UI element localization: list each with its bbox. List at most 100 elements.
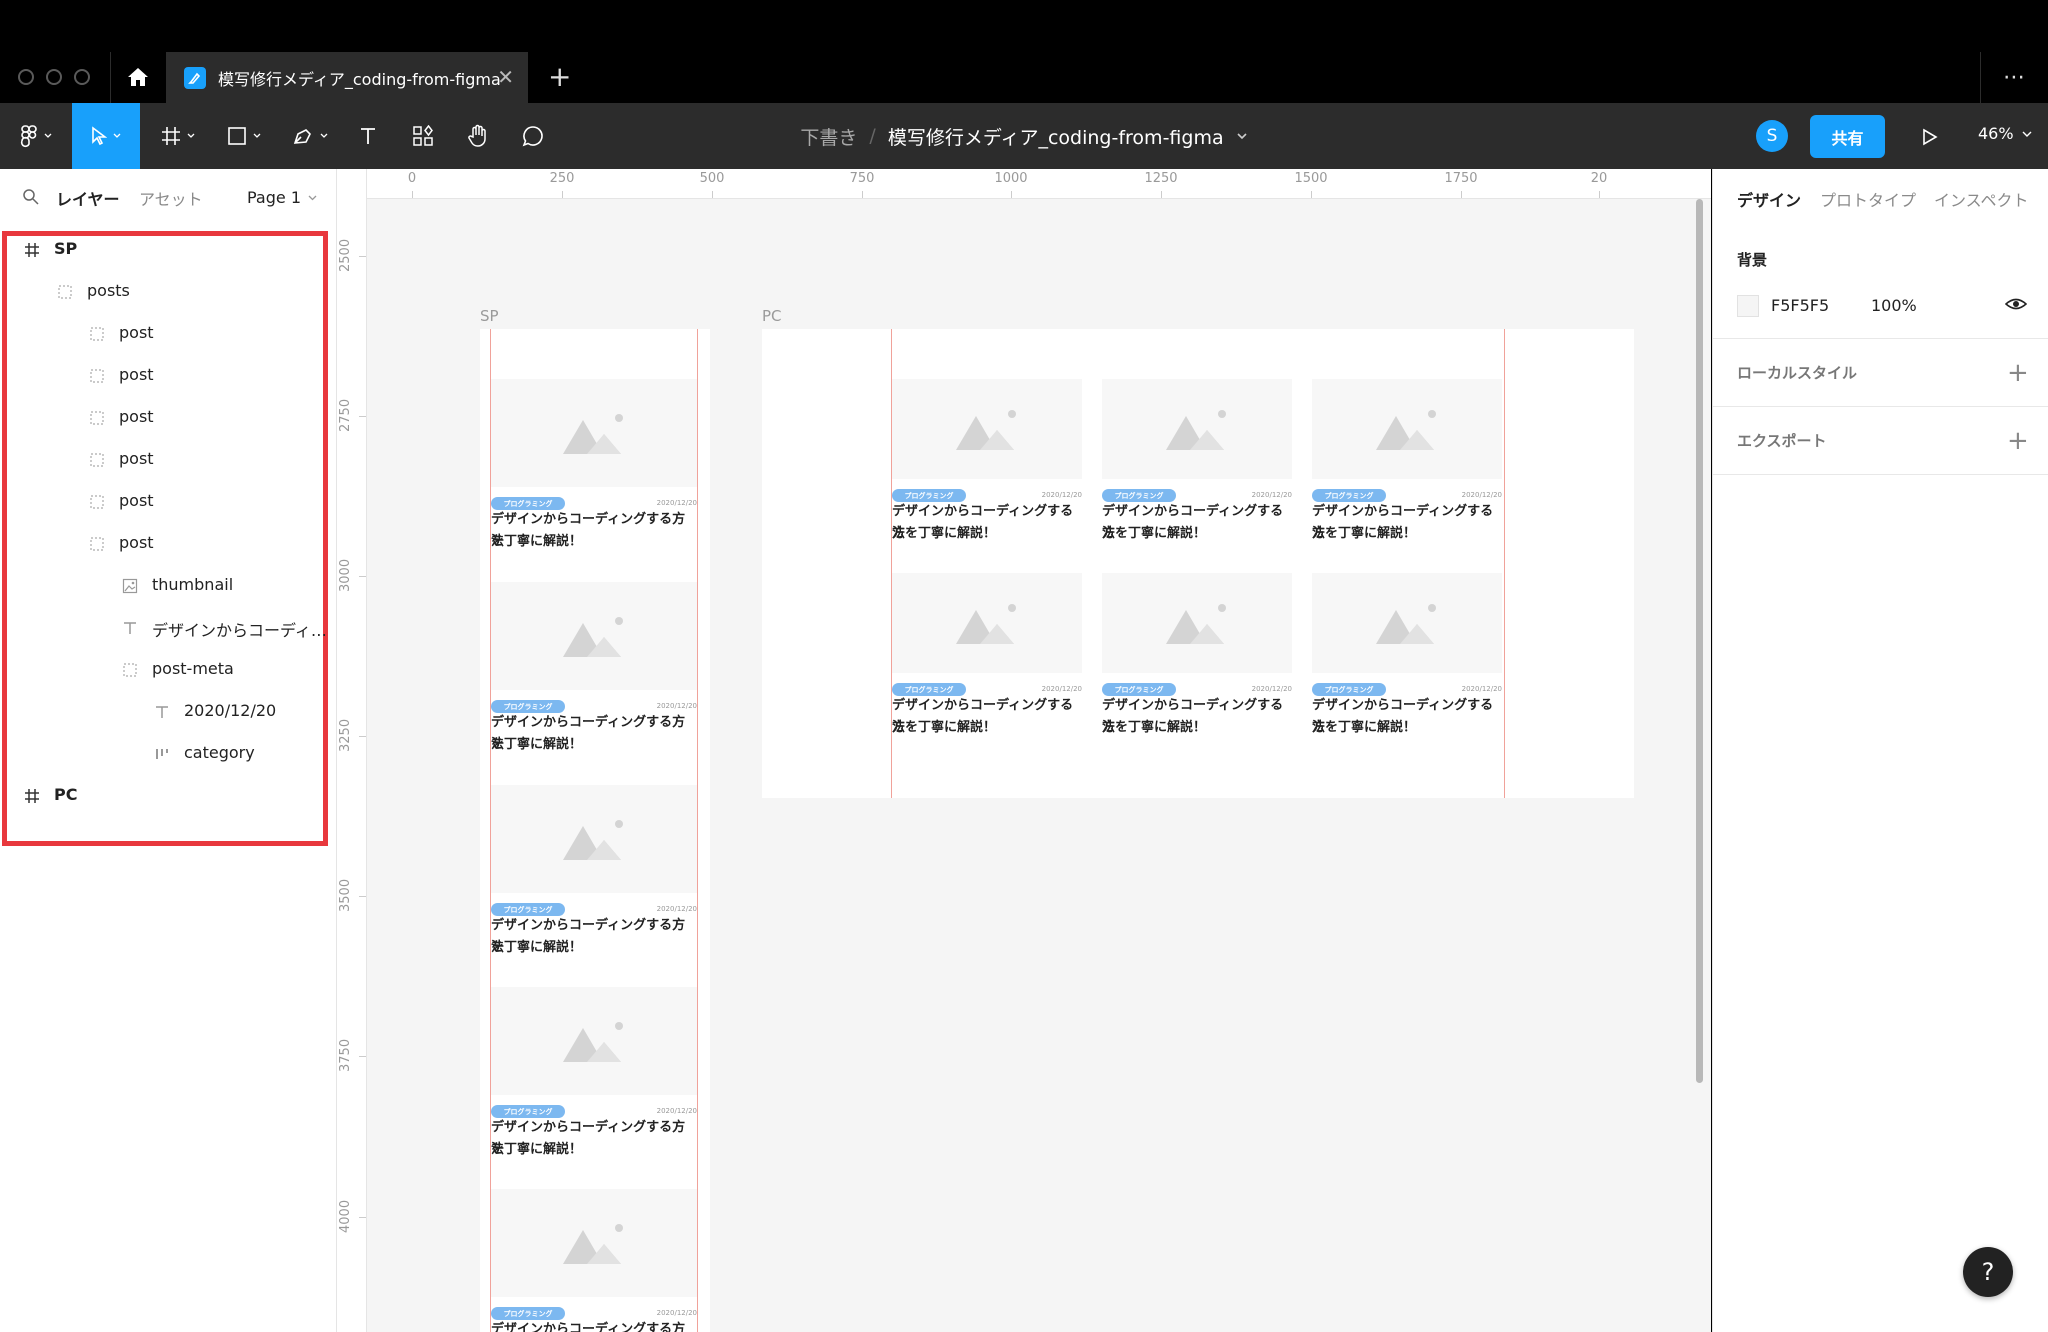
post-title-line: 法を丁寧に解説！: [1312, 526, 1417, 541]
chevron-down-icon: [113, 133, 121, 138]
page-selector[interactable]: Page 1: [247, 188, 317, 207]
layer-row[interactable]: thumbnail: [120, 571, 320, 601]
layer-row[interactable]: post: [87, 529, 320, 559]
main-menu-button[interactable]: [10, 103, 62, 169]
post-date: 2020/12/20: [656, 1107, 697, 1115]
export-title: エクスポート: [1737, 432, 1827, 450]
frame-label-sp[interactable]: SP: [480, 307, 499, 325]
image-icon: [120, 576, 140, 596]
ruler-tick-label: 500: [699, 171, 725, 186]
ruler-tick-label: 4000: [338, 1199, 353, 1233]
shape-tool-button[interactable]: [216, 103, 272, 169]
breadcrumb-drafts[interactable]: 下書き: [800, 123, 857, 150]
frame-tool-button[interactable]: [150, 103, 206, 169]
post-card[interactable]: プログラミング2020/12/20デザインからコーディングする方法を丁寧に解説！: [1312, 573, 1502, 741]
zoom-level: 46%: [1978, 124, 2014, 143]
frame-label-pc[interactable]: PC: [762, 307, 782, 325]
add-local-style-button[interactable]: +: [2007, 360, 2029, 386]
component-icon: [152, 744, 172, 764]
ruler-tick-label: 1750: [1444, 171, 1478, 186]
layer-label: post: [119, 533, 154, 552]
tab-inspect[interactable]: インスペクト: [1934, 187, 2029, 211]
layer-row[interactable]: post: [87, 445, 320, 475]
image-placeholder-icon: [563, 818, 625, 864]
layer-row[interactable]: post-meta: [120, 655, 320, 685]
background-color-swatch[interactable]: [1737, 295, 1759, 317]
ruler-tick: [412, 191, 413, 198]
canvas-scrollbar[interactable]: [1696, 199, 1703, 1083]
user-avatar[interactable]: S: [1756, 120, 1788, 152]
layer-row[interactable]: post: [87, 319, 320, 349]
layer-row[interactable]: PC: [22, 781, 320, 811]
move-tool-button[interactable]: [72, 103, 140, 169]
post-card[interactable]: プログラミング2020/12/20デザインからコーディングする方法を丁寧に解説！: [1312, 379, 1502, 547]
post-card[interactable]: プログラミング2020/12/20デザインからコーディングする方法を丁寧に解説！: [892, 573, 1082, 741]
tab-assets[interactable]: アセット: [139, 186, 203, 210]
tab-prototype[interactable]: プロトタイプ: [1820, 187, 1916, 211]
tab-title: 模写修行メディア_coding-from-figma: [218, 69, 501, 89]
share-button[interactable]: 共有: [1810, 115, 1885, 158]
post-card[interactable]: プログラミング2020/12/20デザインからコーディングする方法を丁寧に解説！: [491, 785, 697, 961]
layer-row[interactable]: SP: [22, 235, 320, 265]
chevron-down-icon[interactable]: [1236, 132, 1248, 140]
file-tab[interactable]: 模写修行メディア_coding-from-figma ✕: [166, 52, 528, 103]
hand-tool-button[interactable]: [458, 103, 498, 169]
post-title-line: 法を丁寧に解説！: [1102, 720, 1207, 735]
tab-design[interactable]: デザイン: [1737, 187, 1801, 211]
layout-guide: [1504, 329, 1505, 798]
new-tab-button[interactable]: +: [548, 62, 571, 92]
background-hex-input[interactable]: F5F5F5: [1771, 296, 1829, 315]
comment-tool-button[interactable]: [513, 103, 553, 169]
layer-row[interactable]: post: [87, 361, 320, 391]
tab-layers[interactable]: レイヤー: [56, 186, 120, 210]
ruler-tick-label: 1000: [994, 171, 1028, 186]
ruler-tick-label: 1500: [1294, 171, 1328, 186]
post-card[interactable]: プログラミング2020/12/20デザインからコーディングする方法を丁寧に解説！: [1102, 573, 1292, 741]
resources-tool-button[interactable]: [403, 103, 443, 169]
post-card[interactable]: プログラミング2020/12/20デザインからコーディングする方法を丁寧に解説！: [491, 582, 697, 758]
zoom-dropdown[interactable]: 46%: [1978, 124, 2032, 143]
components-grid-icon: [413, 125, 433, 146]
post-card[interactable]: プログラミング2020/12/20デザインからコーディングする方法を丁寧に解説！: [491, 987, 697, 1163]
layer-row[interactable]: posts: [55, 277, 320, 307]
post-card[interactable]: プログラミング2020/12/20デザインからコーディングする方法を丁寧に解説！: [491, 379, 697, 555]
post-thumbnail: [491, 987, 697, 1095]
ruler-tick-label: 20: [1590, 171, 1608, 186]
search-icon[interactable]: [22, 188, 40, 206]
window-minimize-dot[interactable]: [46, 69, 62, 85]
post-date: 2020/12/20: [656, 702, 697, 710]
text-tool-button[interactable]: [348, 103, 388, 169]
hand-icon: [468, 124, 486, 147]
ruler-tick: [359, 1056, 366, 1057]
post-thumbnail: [491, 1189, 697, 1297]
background-opacity-input[interactable]: 100%: [1871, 296, 1917, 315]
more-menu-button[interactable]: ⋯: [1980, 52, 2048, 103]
layer-row[interactable]: category: [152, 739, 320, 769]
eye-icon[interactable]: [2005, 293, 2027, 315]
window-close-dot[interactable]: [18, 69, 34, 85]
present-button[interactable]: [1912, 119, 1948, 155]
ruler-tick-label: 2500: [338, 238, 353, 272]
post-thumbnail: [491, 785, 697, 893]
window-zoom-dot[interactable]: [74, 69, 90, 85]
layer-row[interactable]: 2020/12/20: [152, 697, 320, 727]
post-card[interactable]: プログラミング2020/12/20デザインからコーディングする方法を丁寧に解説！: [892, 379, 1082, 547]
file-name[interactable]: 模写修行メディア_coding-from-figma: [888, 123, 1224, 150]
help-button[interactable]: ?: [1963, 1247, 2013, 1297]
home-button[interactable]: [112, 54, 164, 100]
post-card[interactable]: プログラミング2020/12/20デザインからコーディングする方法を丁寧に解説！: [491, 1189, 697, 1332]
tab-close-icon[interactable]: ✕: [497, 66, 514, 88]
post-card[interactable]: プログラミング2020/12/20デザインからコーディングする方法を丁寧に解説！: [1102, 379, 1292, 547]
layer-row[interactable]: デザインからコーディ…: [120, 613, 327, 643]
ruler-tick-label: 1250: [1144, 171, 1178, 186]
design-canvas[interactable]: 0 250 500 750 1000 1250 1500 1750 20 2500 2750 300…: [337, 169, 1711, 1332]
group-icon: [55, 282, 75, 302]
layer-label: post: [119, 491, 154, 510]
add-export-button[interactable]: +: [2007, 428, 2029, 454]
layer-row[interactable]: post: [87, 487, 320, 517]
pen-tool-button[interactable]: [282, 103, 338, 169]
layer-row[interactable]: post: [87, 403, 320, 433]
layers-panel: レイヤー アセット Page 1 SP posts post post post post…: [0, 169, 337, 1332]
text-icon: [361, 128, 375, 144]
ruler-tick-label: 2750: [338, 398, 353, 432]
